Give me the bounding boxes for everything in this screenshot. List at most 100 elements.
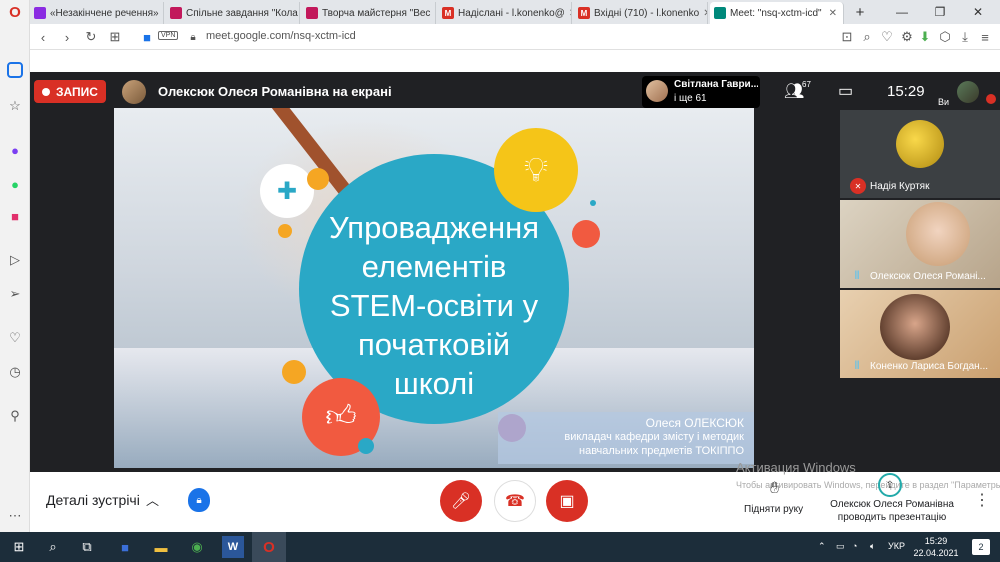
close-window-button[interactable]: ✕ [964, 0, 992, 24]
notifications-icon[interactable]: 2 [972, 539, 990, 555]
chrome-icon[interactable]: ◉ [186, 536, 208, 558]
history-icon[interactable]: ◷ [5, 362, 25, 382]
send-icon[interactable]: ➢ [5, 284, 25, 304]
close-icon[interactable]: ✕ [565, 8, 571, 19]
cube-icon[interactable]: ⬡ [936, 28, 954, 46]
minimize-button[interactable]: — [888, 0, 916, 24]
meet-icon [714, 7, 726, 19]
decor-dot [572, 220, 600, 248]
host-controls-lock-icon[interactable]: 🔒︎ [188, 488, 210, 512]
speed-dial-icon[interactable]: ⊞ [106, 28, 124, 46]
new-tab-button[interactable]: + [846, 0, 874, 24]
player-icon[interactable]: ▷ [5, 250, 25, 270]
chat-icon[interactable]: ▭ [838, 81, 853, 101]
tab-label: «Незакінчене речення» [50, 7, 159, 19]
present-screen-icon[interactable]: ⇪ [878, 473, 902, 497]
search-icon[interactable]: ⌕ [42, 536, 64, 558]
pinned-more: і ще 61 [674, 93, 707, 104]
opera-taskbar-icon[interactable]: O [252, 532, 286, 562]
tray-network-icon[interactable]: ◔ [852, 541, 857, 551]
word-icon[interactable]: W [222, 536, 244, 558]
meet-bottom-bar: Деталі зустрічі ︿ 🔒︎ 🎤︎ ☎ ▣ Активация Wi… [30, 460, 1000, 532]
tray-battery-icon[interactable]: ▭ [836, 541, 845, 552]
language-indicator[interactable]: УКР [888, 541, 905, 551]
star-icon[interactable]: ☆ [5, 96, 25, 116]
slide-title-line: елементів [361, 249, 507, 284]
raise-hand-icon[interactable]: ✋︎ [770, 480, 779, 498]
pinned-participant[interactable]: Світлана Гаври... і ще 61 [642, 76, 760, 108]
search-icon[interactable]: ⌕ [858, 28, 876, 46]
camera-indicator-icon[interactable]: ■ [138, 28, 156, 46]
tab-2[interactable]: Творча майстерня "Вес ✕ [302, 2, 436, 24]
tab-4[interactable]: M Вхідні (710) - l.konenko ✕ [574, 2, 708, 24]
more-dots-icon[interactable]: ⋯ [5, 506, 25, 526]
tab-5-active[interactable]: Meet: "nsq-xctm-icd" ✕ [710, 2, 844, 24]
whatsapp-icon[interactable]: ● [5, 174, 25, 194]
speaking-icon: ⦀ [854, 359, 860, 372]
close-icon[interactable]: ✕ [430, 8, 435, 19]
windows-activation-watermark: Активация Windows [736, 460, 856, 475]
meeting-details-button[interactable]: Деталі зустрічі [46, 492, 140, 508]
participant-tile[interactable]: ✕ Надія Куртяк [840, 110, 1000, 198]
messenger-icon[interactable]: ● [5, 140, 25, 160]
tab-label: Meet: "nsq-xctm-icd" [730, 7, 822, 19]
gmail-icon: M [578, 7, 590, 19]
close-icon[interactable]: ✕ [298, 8, 299, 19]
instagram-icon[interactable]: ■ [5, 206, 25, 226]
vpn-badge[interactable]: VPN [158, 31, 179, 40]
download-arrow-icon[interactable]: ⬇ [916, 28, 934, 46]
camera-toggle-button[interactable]: ▣ [546, 480, 588, 522]
camera-icon[interactable]: ⊡ [838, 28, 856, 46]
tray-volume-icon[interactable]: 🔈︎ [870, 541, 875, 552]
gmail-icon: M [442, 7, 454, 19]
heart-icon[interactable]: ♡ [878, 28, 896, 46]
leave-call-button[interactable]: ☎ [494, 480, 536, 522]
file-explorer-icon[interactable]: ▬ [150, 536, 172, 558]
presenting-label[interactable]: Олексюк Олеся Романівна проводить презен… [826, 498, 958, 524]
lightbulb-icon: 💡︎ [494, 128, 578, 212]
tab-3[interactable]: M Надіслані - l.konenko@ ✕ [438, 2, 572, 24]
meet-topbar: ЗАПИС Олексюк Олеся Романівна на екрані … [30, 72, 1000, 110]
avatar [646, 80, 668, 102]
bulb-icon[interactable]: ⚲ [5, 406, 25, 426]
opera-sidebar: O ☆ ● ● ■ ▷ ➢ ♡ ◷ ⚲ ⋯ [0, 0, 30, 532]
opera-logo-icon[interactable]: O [5, 2, 25, 22]
chevron-up-icon[interactable]: ︿ [146, 490, 159, 509]
reload-button[interactable]: ↻ [82, 28, 100, 46]
participant-tile[interactable]: ⦀ Олексюк Олеся Романі... [840, 200, 1000, 288]
tray-chevron-icon[interactable]: ⌃ [818, 541, 826, 552]
url-field[interactable]: meet.google.com/nsq-xctm-icd [206, 30, 356, 42]
home-icon[interactable] [7, 62, 23, 78]
lock-icon[interactable]: 🔒︎ [184, 28, 202, 46]
close-icon[interactable]: ✕ [825, 8, 837, 19]
maximize-button[interactable]: ❐ [926, 0, 954, 24]
forward-button[interactable]: › [58, 28, 76, 46]
taskbar-time: 15:29 [924, 536, 948, 546]
task-view-icon[interactable]: ⧉ [76, 536, 98, 558]
raise-hand-label[interactable]: Підняти руку [744, 504, 803, 515]
presenting-line: проводить презентацію [837, 512, 947, 523]
tab-label: Вхідні (710) - l.konenko [594, 7, 700, 19]
participant-tile[interactable]: ⦀ Коненко Лариса Богдан... [840, 290, 1000, 378]
windows-taskbar: ⊞ ⌕ ⧉ ■ ▬ ◉ W O ⌃ ▭ ◔ 🔈︎ УКР 15:29 22.04… [0, 532, 1000, 562]
tab-0[interactable]: «Незакінчене речення» ✕ [30, 2, 164, 24]
tab-1[interactable]: Спільне завдання "Кола ✕ [166, 2, 300, 24]
close-icon[interactable]: ✕ [159, 8, 164, 19]
back-button[interactable]: ‹ [34, 28, 52, 46]
save-app-icon[interactable]: ■ [114, 536, 136, 558]
settings-icon[interactable]: ⚙ [898, 28, 916, 46]
close-icon[interactable]: ✕ [699, 8, 707, 19]
avatar [896, 120, 944, 168]
downloads-icon[interactable]: ⤓ [956, 28, 974, 46]
menu-icon[interactable]: ≡ [976, 28, 994, 46]
record-dot-icon [42, 87, 50, 96]
windows-start-icon[interactable]: ⊞ [8, 536, 30, 558]
slide-title: Упровадження елементів STEM-освіти у поч… [294, 208, 574, 403]
self-avatar[interactable] [957, 81, 979, 103]
tab-label: Творча майстерня "Вес [322, 7, 431, 19]
mic-toggle-button[interactable]: 🎤︎ [440, 480, 482, 522]
video-feed [880, 294, 950, 360]
heart-icon[interactable]: ♡ [5, 328, 25, 348]
more-options-icon[interactable]: ⋮ [974, 490, 990, 510]
taskbar-clock[interactable]: 15:29 22.04.2021 [908, 535, 964, 559]
